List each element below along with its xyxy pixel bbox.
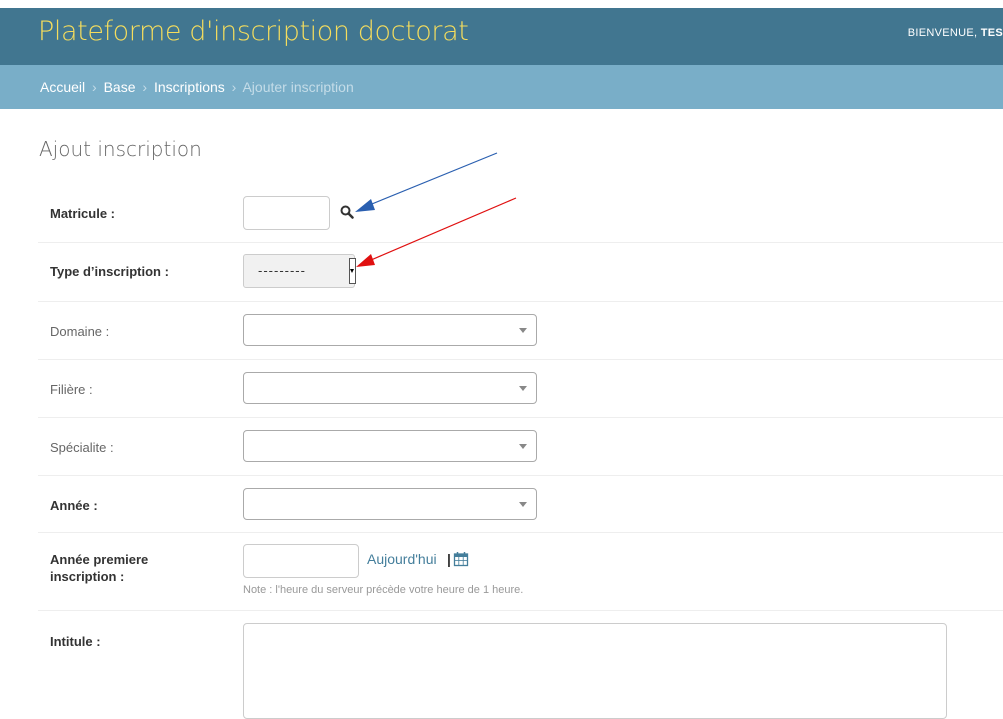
breadcrumb-current: Ajouter inscription <box>242 79 354 95</box>
specialite-select[interactable] <box>243 430 537 462</box>
breadcrumb-accueil[interactable]: Accueil <box>40 79 85 95</box>
form-row-specialite: Spécialite : <box>38 418 1003 476</box>
type-inscription-label: Type d’inscription : <box>50 264 169 279</box>
breadcrumb-inscriptions[interactable]: Inscriptions <box>154 79 225 95</box>
matricule-input[interactable] <box>243 196 330 230</box>
form-row-matricule: Matricule : <box>38 184 1003 243</box>
calendar-icon[interactable] <box>453 551 469 567</box>
site-header: Plateforme d'inscription doctorat BIENVE… <box>0 8 1003 65</box>
form-row-annee: Année : <box>38 476 1003 533</box>
breadcrumb-separator: › <box>92 79 97 95</box>
today-separator: | <box>447 551 451 567</box>
dropdown-arrow-icon <box>519 328 527 333</box>
breadcrumb-base[interactable]: Base <box>104 79 136 95</box>
server-time-note: Note : l'heure du serveur précède votre … <box>243 584 524 596</box>
form-row-domaine: Domaine : <box>38 302 1003 360</box>
filiere-label: Filière : <box>50 382 93 397</box>
type-inscription-select[interactable]: --------- <box>243 254 356 288</box>
domaine-select[interactable] <box>243 314 537 346</box>
username: TES <box>980 27 1003 39</box>
dropdown-arrow-icon <box>519 502 527 507</box>
today-link[interactable]: Aujourd'hui <box>367 551 437 567</box>
search-icon[interactable] <box>340 205 354 219</box>
annee-premiere-label: Année premiere inscription : <box>50 551 148 585</box>
annee-select[interactable] <box>243 488 537 520</box>
domaine-label: Domaine : <box>50 324 110 339</box>
dropdown-arrow-icon <box>519 386 527 391</box>
annee-premiere-input[interactable] <box>243 544 359 578</box>
breadcrumb-separator: › <box>142 79 148 95</box>
annee-label: Année : <box>50 498 98 513</box>
specialite-label: Spécialite : <box>50 440 114 455</box>
breadcrumb: Accueil › Base › Inscriptions › Ajouter … <box>0 65 1003 109</box>
intitule-label: Intitule : <box>50 634 101 649</box>
annee-premiere-label-line2: inscription : <box>50 569 125 584</box>
filiere-select[interactable] <box>243 372 537 404</box>
intitule-textarea[interactable] <box>243 623 947 719</box>
welcome-text: BIENVENUE, <box>907 27 978 39</box>
form-row-type-inscription: Type d’inscription : --------- <box>38 243 1003 302</box>
user-tools: BIENVENUE, TES <box>908 27 1003 39</box>
form-row-intitule: Intitule : <box>38 611 1003 719</box>
chevron-down-icon[interactable] <box>349 258 356 284</box>
page-title: Ajout inscription <box>39 137 202 161</box>
site-brand[interactable]: Plateforme d'inscription doctorat <box>38 16 469 47</box>
type-inscription-value: --------- <box>258 263 306 278</box>
form-row-annee-premiere-inscription: Année premiere inscription : Aujourd'hui… <box>38 533 1003 611</box>
matricule-label: Matricule : <box>50 206 116 221</box>
breadcrumb-separator: › <box>231 79 237 95</box>
dropdown-arrow-icon <box>519 444 527 449</box>
annee-premiere-label-line1: Année premiere <box>50 552 149 567</box>
form-row-filiere: Filière : <box>38 360 1003 418</box>
